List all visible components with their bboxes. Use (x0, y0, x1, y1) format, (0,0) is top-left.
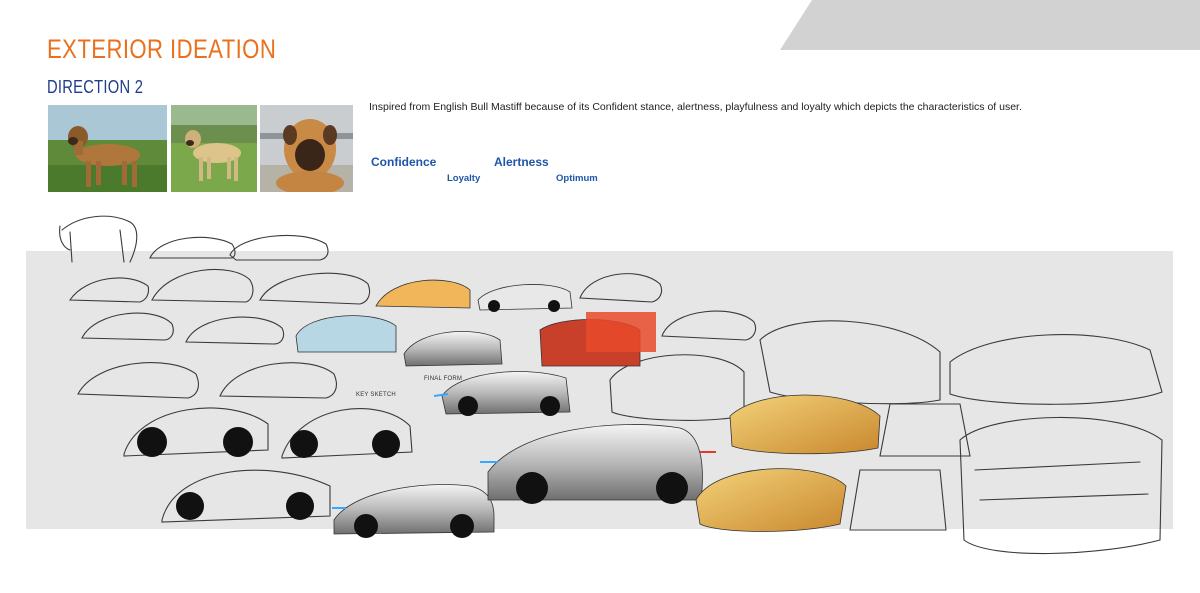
car-sketches-illustration (59, 215, 1163, 555)
final-form-label: FINAL FORM (424, 376, 463, 382)
keyword-alertness: Alertness (494, 155, 549, 169)
mastiff-photo-1 (48, 105, 167, 192)
section-subtitle: DIRECTION 2 (47, 77, 144, 97)
corner-decoration (780, 0, 1200, 50)
page-title: EXTERIOR IDEATION (47, 34, 277, 64)
keyword-optimum: Optimum (556, 173, 598, 184)
key-sketch-label: KEY SKETCH (356, 392, 396, 398)
inspiration-description: Inspired from English Bull Mastiff becau… (369, 101, 1022, 113)
mastiff-photo-2 (171, 105, 257, 192)
keyword-loyalty: Loyalty (447, 173, 481, 184)
keyword-confidence: Confidence (371, 155, 437, 169)
mastiff-photo-3 (260, 105, 353, 192)
